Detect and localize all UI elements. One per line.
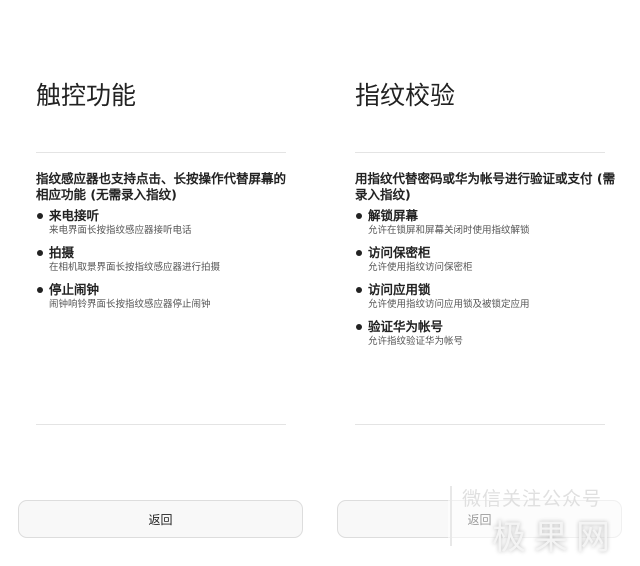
item-description: 允许使用指纹访问保密柜 <box>368 262 473 273</box>
bullet-icon <box>356 213 362 219</box>
item-description: 允许在锁屏和屏幕关闭时使用指纹解锁 <box>368 225 530 236</box>
item-title: 验证华为帐号 <box>368 319 444 334</box>
item-title: 拍摄 <box>49 245 75 260</box>
list-item: 访问应用锁允许使用指纹访问应用锁及被锁定应用 <box>355 282 617 319</box>
bullet-icon <box>356 324 362 330</box>
page-title: 指纹校验 <box>355 81 456 110</box>
item-title: 来电接听 <box>49 208 100 223</box>
feature-list: 解锁屏幕允许在锁屏和屏幕关闭时使用指纹解锁 访问保密柜允许使用指纹访问保密柜 访… <box>355 208 617 356</box>
page-title: 触控功能 <box>36 81 137 110</box>
touch-functions-panel: 触控功能 指纹感应器也支持点击、长按操作代替屏幕的相应功能 (无需录入指纹) 来… <box>18 0 303 566</box>
list-item: 停止闹钟闹钟响铃界面长按指纹感应器停止闹钟 <box>36 282 298 319</box>
item-description: 允许指纹验证华为帐号 <box>368 336 464 347</box>
back-button[interactable]: 返回 <box>18 500 303 538</box>
item-title: 访问应用锁 <box>368 282 431 297</box>
bullet-icon <box>37 287 43 293</box>
divider <box>36 424 286 425</box>
divider <box>355 152 605 153</box>
item-description: 在相机取景界面长按指纹感应器进行拍摄 <box>49 262 221 273</box>
list-item: 拍摄在相机取景界面长按指纹感应器进行拍摄 <box>36 245 298 282</box>
fingerprint-verification-panel: 指纹校验 用指纹代替密码或华为帐号进行验证或支付 (需录入指纹) 解锁屏幕允许在… <box>337 0 622 566</box>
list-item: 来电接听来电界面长按指纹感应器接听电话 <box>36 208 298 245</box>
back-button[interactable]: 返回 <box>337 500 622 538</box>
list-item: 访问保密柜允许使用指纹访问保密柜 <box>355 245 617 282</box>
item-title: 解锁屏幕 <box>368 208 419 223</box>
item-title: 停止闹钟 <box>49 282 100 297</box>
item-description: 来电界面长按指纹感应器接听电话 <box>49 225 192 236</box>
bullet-icon <box>37 213 43 219</box>
divider <box>355 424 605 425</box>
section-description: 用指纹代替密码或华为帐号进行验证或支付 (需录入指纹) <box>355 171 616 202</box>
bullet-icon <box>356 287 362 293</box>
section-description: 指纹感应器也支持点击、长按操作代替屏幕的相应功能 (无需录入指纹) <box>36 171 287 202</box>
bullet-icon <box>37 250 43 256</box>
bullet-icon <box>356 250 362 256</box>
feature-list: 来电接听来电界面长按指纹感应器接听电话 拍摄在相机取景界面长按指纹感应器进行拍摄… <box>36 208 298 319</box>
item-description: 允许使用指纹访问应用锁及被锁定应用 <box>368 299 530 310</box>
list-item: 验证华为帐号允许指纹验证华为帐号 <box>355 319 617 356</box>
list-item: 解锁屏幕允许在锁屏和屏幕关闭时使用指纹解锁 <box>355 208 617 245</box>
item-description: 闹钟响铃界面长按指纹感应器停止闹钟 <box>49 299 211 310</box>
divider <box>36 152 286 153</box>
item-title: 访问保密柜 <box>368 245 431 260</box>
